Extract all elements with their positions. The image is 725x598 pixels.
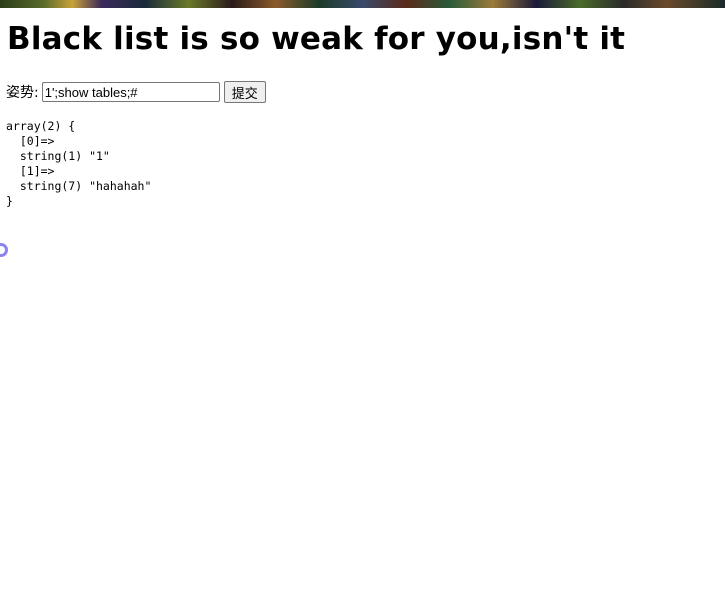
query-input[interactable] (41, 82, 220, 102)
query-form: 姿势: 提交 (6, 81, 266, 103)
loading-spinner-icon (0, 243, 8, 257)
top-banner-image (0, 0, 725, 8)
query-result-dump: array(2) { [0]=> string(1) "1" [1]=> str… (6, 119, 152, 208)
page-title: Black list is so weak for you,isn't it (7, 21, 626, 57)
submit-button[interactable]: 提交 (223, 81, 266, 103)
query-label: 姿势: (6, 85, 39, 101)
